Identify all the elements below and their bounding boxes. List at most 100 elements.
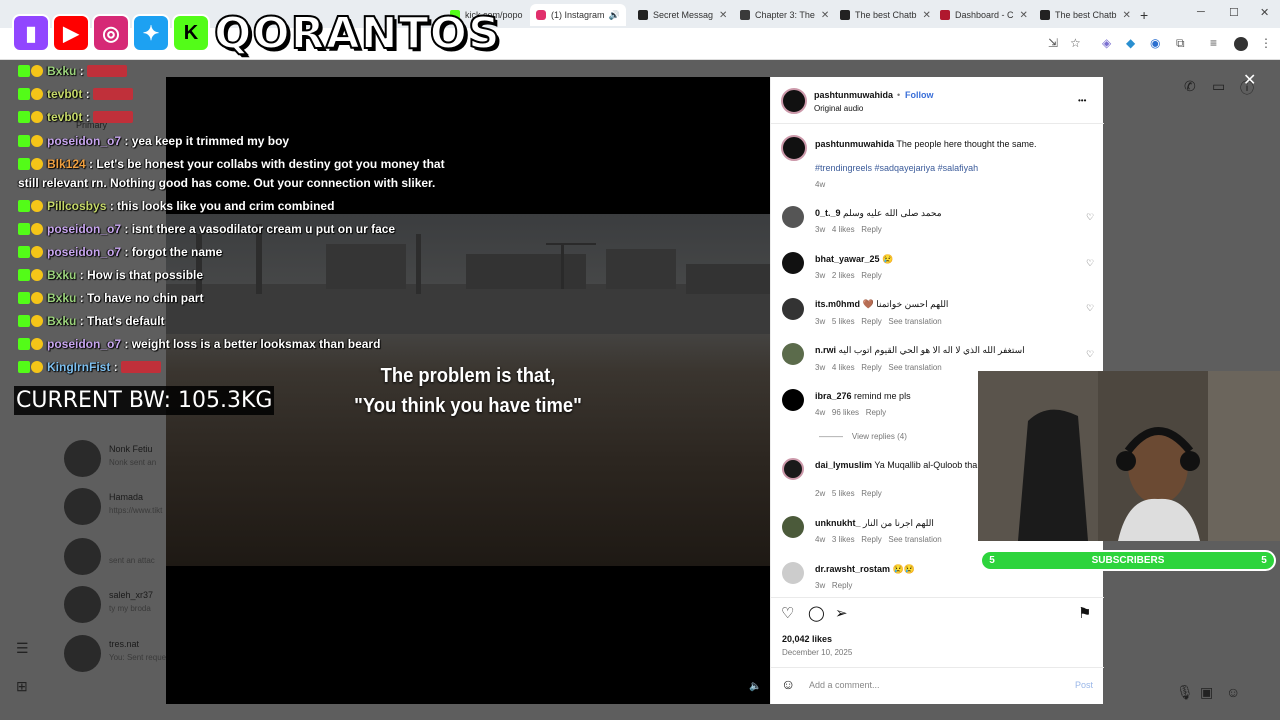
instagram-icon [536, 10, 546, 20]
chat-username[interactable]: poseidon_o7 [47, 222, 121, 236]
kick-badge-icon [18, 315, 30, 327]
view-replies-link[interactable]: ——— View replies (4) [819, 432, 907, 441]
tab-instagram[interactable]: (1) Instagram🔊✕ [530, 4, 626, 26]
avatar[interactable] [782, 252, 804, 274]
more-options-icon[interactable]: ••• [1078, 96, 1086, 105]
new-tab-button[interactable]: + [1134, 4, 1154, 26]
avatar [64, 635, 101, 672]
poster-avatar[interactable] [781, 88, 807, 114]
like-comment-icon[interactable]: ♡ [1086, 212, 1094, 223]
tab-secret-messages[interactable]: Secret Messag ✕ [632, 4, 728, 26]
close-tab-icon[interactable]: ✕ [815, 10, 829, 21]
extension-icon[interactable]: ◈ [1102, 36, 1111, 50]
comment-meta: 3w 4 likes Reply See translation [815, 363, 942, 372]
comment-input[interactable]: Add a comment... [809, 680, 880, 690]
bookmark-star-icon[interactable]: ☆ [1070, 36, 1081, 50]
avatar[interactable] [782, 516, 804, 538]
like-comment-icon[interactable]: ♡ [1086, 349, 1094, 360]
comment-text: n.rwi استغفر الله الذي لا اله الا هو الح… [815, 345, 1025, 355]
chat-username[interactable]: tevb0t [47, 110, 82, 124]
chat-text: forgot the name [131, 245, 223, 259]
post-comment-button[interactable]: Post [1075, 680, 1093, 690]
comment-text: bhat_yawar_25 😢 [815, 254, 894, 264]
comment-meta: 4w 96 likes Reply [815, 408, 887, 417]
follow-button[interactable]: Follow [905, 90, 934, 100]
chat-separator: : [76, 314, 88, 328]
tab-chapter-3[interactable]: Chapter 3: The ✕ [734, 4, 830, 26]
close-tab-icon[interactable]: ✕ [1014, 10, 1028, 21]
maximize-icon[interactable]: ☐ [1229, 6, 1239, 19]
moon-badge-icon [31, 200, 43, 212]
like-post-icon[interactable]: ♡ [781, 604, 794, 622]
close-modal-icon[interactable]: ✕ [1243, 70, 1256, 90]
tab-best-chatbot-2[interactable]: The best Chatb ✕ [1034, 4, 1130, 26]
speaker-icon: 🔊 [608, 9, 620, 20]
audio-label[interactable]: Original audio [814, 104, 863, 113]
chat-separator: : [106, 199, 118, 213]
comment-meta: 3w Reply [815, 581, 853, 590]
sticker-icon: ☺ [1226, 684, 1241, 700]
chat-username[interactable]: poseidon_o7 [47, 245, 121, 259]
moon-badge-icon [31, 246, 43, 258]
avatar[interactable] [782, 458, 804, 480]
chat-username[interactable]: Bxku [47, 64, 76, 78]
extension-icon[interactable]: ◉ [1150, 36, 1160, 50]
install-icon[interactable]: ⇲ [1048, 36, 1058, 50]
chat-username[interactable]: Bxku [47, 291, 76, 305]
volume-icon[interactable]: 🔈 [749, 681, 761, 692]
subscriber-label: SUBSCRIBERS [1091, 555, 1165, 566]
like-comment-icon[interactable]: ♡ [1086, 303, 1094, 314]
chat-username[interactable]: Pillcosbys [47, 199, 106, 213]
chat-text: That's default [87, 314, 165, 328]
window-close-icon[interactable]: ✕ [1260, 6, 1269, 19]
tab-best-chatbot-1[interactable]: The best Chatb ✕ [834, 4, 930, 26]
menu-kebab-icon[interactable]: ⋮ [1260, 36, 1272, 50]
caption-avatar[interactable] [781, 135, 807, 161]
moon-badge-icon [31, 292, 43, 304]
comment-meta: 2w 5 likes Reply [815, 489, 882, 498]
chat-username[interactable]: KingIrnFist [47, 360, 110, 374]
close-tab-icon[interactable]: ✕ [523, 10, 526, 21]
avatar[interactable] [782, 298, 804, 320]
comment-meta: 3w 4 likes Reply [815, 225, 882, 234]
close-tab-icon[interactable]: ✕ [620, 10, 627, 21]
share-icon[interactable]: ➢ [835, 604, 848, 622]
puzzle-icon[interactable]: ⧉ [1176, 36, 1185, 51]
avatar[interactable] [782, 343, 804, 365]
chat-username[interactable]: poseidon_o7 [47, 134, 121, 148]
poster-username[interactable]: pashtunmuwahida [814, 90, 893, 100]
post-hashtags[interactable]: #trendingreels #sadqayejariya #salafiyah [815, 163, 978, 173]
profile-avatar[interactable] [1234, 37, 1248, 51]
tab-dashboard[interactable]: Dashboard - C ✕ [934, 4, 1030, 26]
likes-count[interactable]: 20,042 likes [782, 634, 832, 644]
chat-separator: : [121, 222, 132, 236]
extension-icon[interactable]: ◆ [1126, 36, 1135, 50]
divider [771, 597, 1104, 598]
chat-username[interactable]: tevb0t [47, 87, 82, 101]
youtube-icon: ▶ [52, 14, 90, 52]
avatar[interactable] [782, 562, 804, 584]
chat-message: Bxku : That's default [18, 314, 165, 328]
chat-username[interactable]: poseidon_o7 [47, 337, 121, 351]
comment-text: dr.rawsht_rostam 😢😢 [815, 564, 915, 574]
moon-badge-icon [31, 135, 43, 147]
chat-message: Bxku : How is that possible [18, 268, 203, 282]
avatar [64, 538, 101, 575]
chat-username[interactable]: Bxku [47, 268, 76, 282]
kick-badge-icon [18, 223, 30, 235]
avatar[interactable] [782, 389, 804, 411]
close-tab-icon[interactable]: ✕ [1117, 10, 1130, 21]
close-tab-icon[interactable]: ✕ [713, 10, 727, 21]
close-tab-icon[interactable]: ✕ [917, 10, 930, 21]
emoji-icon[interactable]: ☺ [781, 676, 795, 692]
comment-icon[interactable]: ◯ [808, 604, 825, 622]
reading-list-icon[interactable]: ≡ [1210, 36, 1217, 50]
chat-username[interactable]: Blk124 [47, 157, 86, 171]
minimize-icon[interactable]: ─ [1197, 6, 1205, 18]
chat-message: Bxku : [18, 64, 128, 78]
avatar[interactable] [782, 206, 804, 228]
like-comment-icon[interactable]: ♡ [1086, 258, 1094, 269]
save-bookmark-icon[interactable]: ⚑ [1078, 604, 1091, 622]
kick-badge-icon [18, 269, 30, 281]
chat-username[interactable]: Bxku [47, 314, 76, 328]
